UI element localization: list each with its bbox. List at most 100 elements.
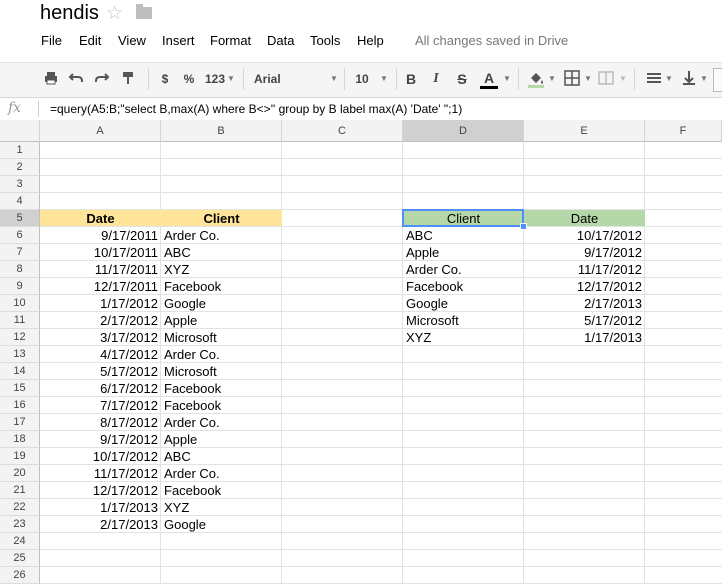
- table2-date-cell[interactable]: 11/17/2012: [524, 261, 645, 278]
- italic-button[interactable]: I: [429, 70, 443, 88]
- table2-client-cell[interactable]: Arder Co.: [403, 261, 524, 278]
- borders-icon[interactable]: [563, 70, 581, 88]
- redo-icon[interactable]: [93, 70, 111, 88]
- table1-client-cell[interactable]: Facebook: [161, 278, 282, 295]
- folder-icon[interactable]: [136, 4, 152, 19]
- table1-date-cell[interactable]: 2/17/2012: [40, 312, 161, 329]
- menu-help[interactable]: Help: [357, 33, 384, 48]
- column-header-e[interactable]: E: [524, 120, 645, 142]
- table1-client-cell[interactable]: XYZ: [161, 499, 282, 516]
- table1-client-cell[interactable]: Apple: [161, 431, 282, 448]
- table2-client-cell[interactable]: ABC: [403, 227, 524, 244]
- number-format-button[interactable]: 123: [203, 70, 227, 88]
- table1-date-cell[interactable]: 1/17/2012: [40, 295, 161, 312]
- table2-date-cell[interactable]: 12/17/2012: [524, 278, 645, 295]
- table1-client-cell[interactable]: Facebook: [161, 380, 282, 397]
- row-header-25[interactable]: 25: [0, 550, 40, 567]
- document-title[interactable]: hendis: [40, 2, 99, 25]
- row-header-6[interactable]: 6: [0, 227, 40, 244]
- font-family-select[interactable]: Arial: [254, 70, 324, 88]
- spreadsheet-grid[interactable]: A B C D E F 1 2 3 4 5 6 7 8 9 10 11 12 13 14 15 16 17 18 19 20 21 2…: [0, 120, 722, 584]
- row-header-14[interactable]: 14: [0, 363, 40, 380]
- font-size-select[interactable]: 10: [353, 70, 371, 88]
- bold-button[interactable]: B: [404, 70, 418, 88]
- text-color-button[interactable]: A: [480, 70, 498, 89]
- row-header-18[interactable]: 18: [0, 431, 40, 448]
- row-header-21[interactable]: 21: [0, 482, 40, 499]
- menu-edit[interactable]: Edit: [79, 33, 101, 48]
- table2-client-cell[interactable]: Apple: [403, 244, 524, 261]
- row-header-1[interactable]: 1: [0, 142, 40, 159]
- menu-file[interactable]: File: [41, 33, 62, 48]
- menu-insert[interactable]: Insert: [162, 33, 195, 48]
- column-header-d[interactable]: D: [403, 120, 524, 142]
- table1-client-cell[interactable]: XYZ: [161, 261, 282, 278]
- currency-format-button[interactable]: $: [158, 70, 172, 88]
- table1-date-cell[interactable]: 9/17/2012: [40, 431, 161, 448]
- menu-tools[interactable]: Tools: [310, 33, 340, 48]
- row-header-19[interactable]: 19: [0, 448, 40, 465]
- menu-view[interactable]: View: [118, 33, 146, 48]
- table1-date-cell[interactable]: 3/17/2012: [40, 329, 161, 346]
- table1-client-cell[interactable]: Apple: [161, 312, 282, 329]
- strikethrough-button[interactable]: S: [455, 70, 469, 88]
- table2-date-cell[interactable]: 2/17/2013: [524, 295, 645, 312]
- paint-format-icon[interactable]: [119, 70, 137, 88]
- row-header-12[interactable]: 12: [0, 329, 40, 346]
- table1-client-cell[interactable]: ABC: [161, 244, 282, 261]
- table2-client-cell[interactable]: Google: [403, 295, 524, 312]
- table1-date-cell[interactable]: 10/17/2012: [40, 448, 161, 465]
- table1-date-cell[interactable]: 7/17/2012: [40, 397, 161, 414]
- row-header-20[interactable]: 20: [0, 465, 40, 482]
- table2-date-cell[interactable]: 5/17/2012: [524, 312, 645, 329]
- table2-date-cell[interactable]: 1/17/2013: [524, 329, 645, 346]
- row-header-7[interactable]: 7: [0, 244, 40, 261]
- table2-client-cell[interactable]: XYZ: [403, 329, 524, 346]
- formula-input[interactable]: =query(A5:B;"select B,max(A) where B<>''…: [50, 102, 462, 116]
- table1-date-cell[interactable]: 12/17/2011: [40, 278, 161, 295]
- row-header-11[interactable]: 11: [0, 312, 40, 329]
- row-header-5[interactable]: 5: [0, 210, 40, 227]
- column-header-f[interactable]: F: [645, 120, 722, 142]
- table1-date-cell[interactable]: 11/17/2011: [40, 261, 161, 278]
- table1-client-cell[interactable]: Arder Co.: [161, 414, 282, 431]
- column-header-c[interactable]: C: [282, 120, 403, 142]
- vertical-align-icon[interactable]: [680, 70, 698, 88]
- column-header-a[interactable]: A: [40, 120, 161, 142]
- table1-client-cell[interactable]: Facebook: [161, 397, 282, 414]
- table1-client-cell[interactable]: ABC: [161, 448, 282, 465]
- table1-date-cell[interactable]: 1/17/2013: [40, 499, 161, 516]
- undo-icon[interactable]: [67, 70, 85, 88]
- row-header-17[interactable]: 17: [0, 414, 40, 431]
- table2-client-cell[interactable]: Facebook: [403, 278, 524, 295]
- table1-date-cell[interactable]: 8/17/2012: [40, 414, 161, 431]
- table1-header-cell[interactable]: Date: [40, 210, 161, 226]
- row-header-15[interactable]: 15: [0, 380, 40, 397]
- fill-handle[interactable]: [520, 223, 527, 230]
- more-toolbar-button[interactable]: [713, 68, 722, 92]
- row-header-24[interactable]: 24: [0, 533, 40, 550]
- row-header-16[interactable]: 16: [0, 397, 40, 414]
- table1-client-cell[interactable]: Facebook: [161, 482, 282, 499]
- row-header-22[interactable]: 22: [0, 499, 40, 516]
- align-icon[interactable]: [645, 70, 663, 88]
- row-header-3[interactable]: 3: [0, 176, 40, 193]
- table2-date-cell[interactable]: 10/17/2012: [524, 227, 645, 244]
- table1-date-cell[interactable]: 9/17/2011: [40, 227, 161, 244]
- print-icon[interactable]: [42, 70, 60, 88]
- table1-client-cell[interactable]: Arder Co.: [161, 227, 282, 244]
- table2-client-cell[interactable]: Microsoft: [403, 312, 524, 329]
- table1-date-cell[interactable]: 11/17/2012: [40, 465, 161, 482]
- table1-date-cell[interactable]: 12/17/2012: [40, 482, 161, 499]
- row-header-10[interactable]: 10: [0, 295, 40, 312]
- row-header-2[interactable]: 2: [0, 159, 40, 176]
- table1-date-cell[interactable]: 5/17/2012: [40, 363, 161, 380]
- table1-date-cell[interactable]: 4/17/2012: [40, 346, 161, 363]
- row-header-9[interactable]: 9: [0, 278, 40, 295]
- table1-date-cell[interactable]: 6/17/2012: [40, 380, 161, 397]
- table2-date-cell[interactable]: 9/17/2012: [524, 244, 645, 261]
- row-header-4[interactable]: 4: [0, 193, 40, 210]
- column-header-b[interactable]: B: [161, 120, 282, 142]
- table1-client-cell[interactable]: Google: [161, 516, 282, 533]
- merge-cells-icon[interactable]: [597, 70, 615, 88]
